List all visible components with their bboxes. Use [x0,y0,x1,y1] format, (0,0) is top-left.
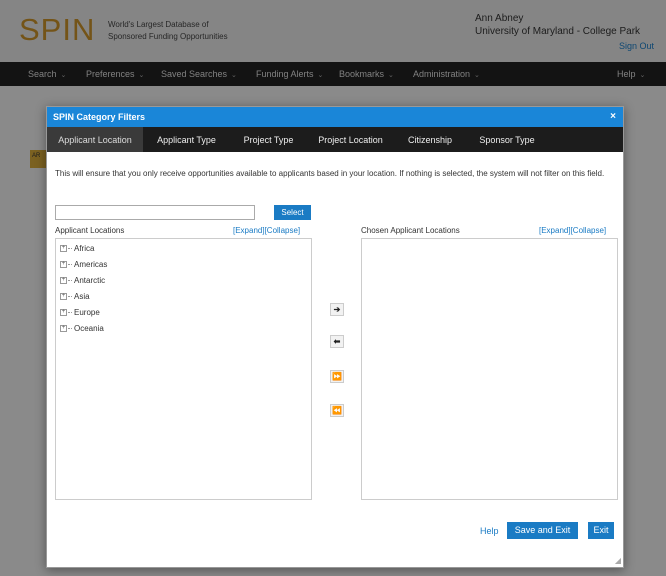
filter-description: This will ensure that you only receive o… [55,169,605,178]
chosen-locations-label: Chosen Applicant Locations [361,226,460,235]
expand-plus-icon[interactable]: + [60,325,67,333]
close-icon[interactable]: × [610,111,616,122]
left-panel-links: [Expand][Collapse] [233,226,300,235]
move-right-icon[interactable]: ➔ [330,303,344,316]
tab-applicant-location[interactable]: Applicant Location [47,127,143,152]
expand-plus-icon[interactable]: + [60,277,67,285]
tree-item-africa[interactable]: + Africa [60,244,94,253]
move-left-icon[interactable]: ⬅ [330,335,344,348]
move-all-left-icon[interactable]: ⏪ [330,404,344,417]
expand-plus-icon[interactable]: + [60,261,67,269]
dialog-titlebar: SPIN Category Filters × [47,107,623,127]
category-filters-dialog: SPIN Category Filters × Applicant Locati… [46,106,624,568]
move-all-right-icon[interactable]: ⏩ [330,370,344,383]
tab-sponsor-type[interactable]: Sponsor Type [466,127,548,152]
tab-applicant-type[interactable]: Applicant Type [143,127,230,152]
expand-plus-icon[interactable]: + [60,293,67,301]
tab-project-location[interactable]: Project Location [307,127,394,152]
exit-button[interactable]: Exit [588,522,614,539]
save-and-exit-button[interactable]: Save and Exit [507,522,578,539]
filter-tabs: Applicant Location Applicant Type Projec… [47,127,623,152]
left-collapse-link[interactable]: [Collapse] [265,226,301,235]
applicant-locations-label: Applicant Locations [55,226,125,235]
dialog-title: SPIN Category Filters [53,112,146,122]
right-panel-links: [Expand][Collapse] [539,226,606,235]
chosen-locations-list [361,238,618,500]
left-expand-link[interactable]: [Expand] [233,226,265,235]
tree-item-antarctic[interactable]: + Antarctic [60,276,105,285]
expand-plus-icon[interactable]: + [60,245,67,253]
right-expand-link[interactable]: [Expand] [539,226,571,235]
tree-item-oceania[interactable]: + Oceania [60,324,104,333]
right-collapse-link[interactable]: [Collapse] [571,226,607,235]
select-button[interactable]: Select [274,205,311,220]
tree-item-asia[interactable]: + Asia [60,292,90,301]
resize-grip-icon[interactable]: ◢ [615,556,621,565]
help-link[interactable]: Help [480,526,499,536]
applicant-locations-tree: + Africa + Americas + Antarctic + Asia + Euro… [55,238,312,500]
tree-item-americas[interactable]: + Americas [60,260,107,269]
tree-item-europe[interactable]: + Europe [60,308,100,317]
location-search-input[interactable] [55,205,255,220]
tab-citizenship[interactable]: Citizenship [394,127,466,152]
tab-project-type[interactable]: Project Type [230,127,307,152]
expand-plus-icon[interactable]: + [60,309,67,317]
